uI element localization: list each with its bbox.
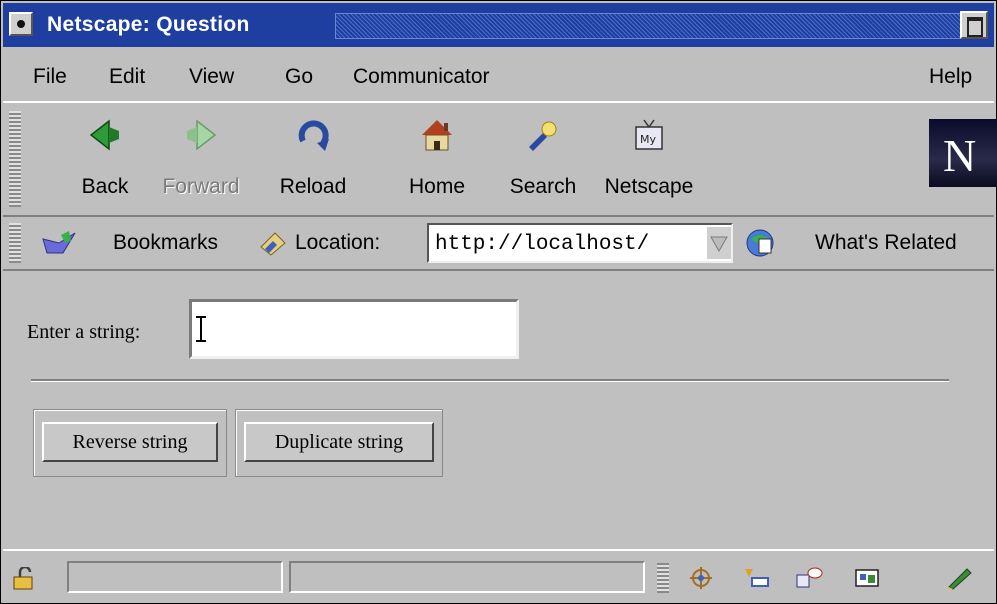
url-text: http://localhost/: [435, 233, 650, 256]
horizontal-rule: [31, 379, 949, 382]
security-lock-icon[interactable]: [11, 567, 37, 591]
home-button[interactable]: Home: [387, 111, 487, 207]
title-bar: Netscape: Question: [3, 3, 994, 47]
home-icon: [422, 120, 452, 151]
input-label: Enter a string:: [27, 321, 141, 343]
navigation-toolbar: Back Forward Reload Home Search My Netsc…: [3, 101, 997, 217]
menu-go[interactable]: Go: [285, 65, 313, 89]
reload-label: Reload: [279, 175, 347, 198]
window-menu-button[interactable]: [9, 12, 33, 36]
forward-arrow-icon: [187, 119, 217, 151]
my-netscape-icon: My: [635, 119, 663, 150]
window-menu-icon: [17, 20, 25, 28]
menu-file[interactable]: File: [33, 65, 67, 89]
menu-view[interactable]: View: [189, 65, 234, 89]
search-button[interactable]: Search: [493, 111, 593, 207]
url-input[interactable]: http://localhost/: [427, 223, 733, 263]
search-label: Search: [509, 175, 577, 198]
whats-related-icon[interactable]: [745, 227, 779, 259]
string-input[interactable]: [189, 299, 519, 359]
navigator-icon[interactable]: [687, 565, 715, 591]
reverse-button-frame: Reverse string: [33, 409, 227, 477]
toolbar-grip[interactable]: [9, 111, 21, 207]
search-flashlight-icon: [529, 121, 557, 151]
menu-bar: File Edit View Go Communicator Help: [3, 53, 994, 97]
status-bar: [3, 549, 994, 603]
page-content: Enter a string: Reverse string Duplicate…: [3, 271, 994, 547]
reload-button[interactable]: Reload: [263, 111, 363, 207]
component-bar-grip[interactable]: [657, 563, 669, 593]
reverse-string-button[interactable]: Reverse string: [42, 422, 218, 462]
status-progress-field: [67, 561, 283, 593]
quicklaunch-pen-icon[interactable]: [945, 565, 973, 591]
netscape-button[interactable]: My Netscape: [599, 111, 699, 207]
bookmarks-icon[interactable]: [41, 229, 79, 257]
composer-icon[interactable]: [853, 565, 881, 591]
forward-label: Forward: [162, 175, 240, 198]
mail-icon[interactable]: [743, 565, 771, 591]
text-cursor-icon: [196, 316, 206, 342]
reload-icon: [298, 120, 329, 151]
status-message-field: [289, 561, 645, 593]
netscape-logo-icon[interactable]: N: [929, 119, 997, 187]
url-history-dropdown[interactable]: [707, 227, 731, 259]
back-label: Back: [81, 175, 129, 198]
forward-button[interactable]: Forward: [151, 111, 251, 207]
menu-communicator[interactable]: Communicator: [353, 65, 490, 89]
duplicate-button-frame: Duplicate string: [235, 409, 443, 477]
menu-edit[interactable]: Edit: [109, 65, 145, 89]
location-toolbar: Bookmarks Location: http://localhost/ Wh…: [3, 217, 994, 271]
menu-help[interactable]: Help: [929, 65, 972, 89]
window-title: Netscape: Question: [47, 13, 250, 36]
chevron-down-icon: [710, 236, 728, 253]
maximize-icon: [967, 17, 983, 37]
location-icon[interactable]: [259, 229, 287, 257]
maximize-button[interactable]: [960, 11, 988, 39]
discussion-groups-icon[interactable]: [795, 565, 823, 591]
svg-text:My: My: [640, 133, 656, 146]
netscape-label: Netscape: [604, 175, 694, 198]
back-button[interactable]: Back: [55, 111, 155, 207]
browser-window: Netscape: Question File Edit View Go Com…: [0, 0, 997, 604]
back-arrow-icon: [89, 119, 119, 151]
whats-related-label[interactable]: What's Related: [815, 231, 957, 255]
location-label: Location:: [295, 231, 381, 254]
home-label: Home: [408, 175, 466, 198]
duplicate-string-button[interactable]: Duplicate string: [244, 422, 434, 462]
location-toolbar-grip[interactable]: [9, 223, 21, 263]
bookmarks-label[interactable]: Bookmarks: [113, 231, 218, 255]
title-bar-drag-area[interactable]: [335, 13, 963, 39]
